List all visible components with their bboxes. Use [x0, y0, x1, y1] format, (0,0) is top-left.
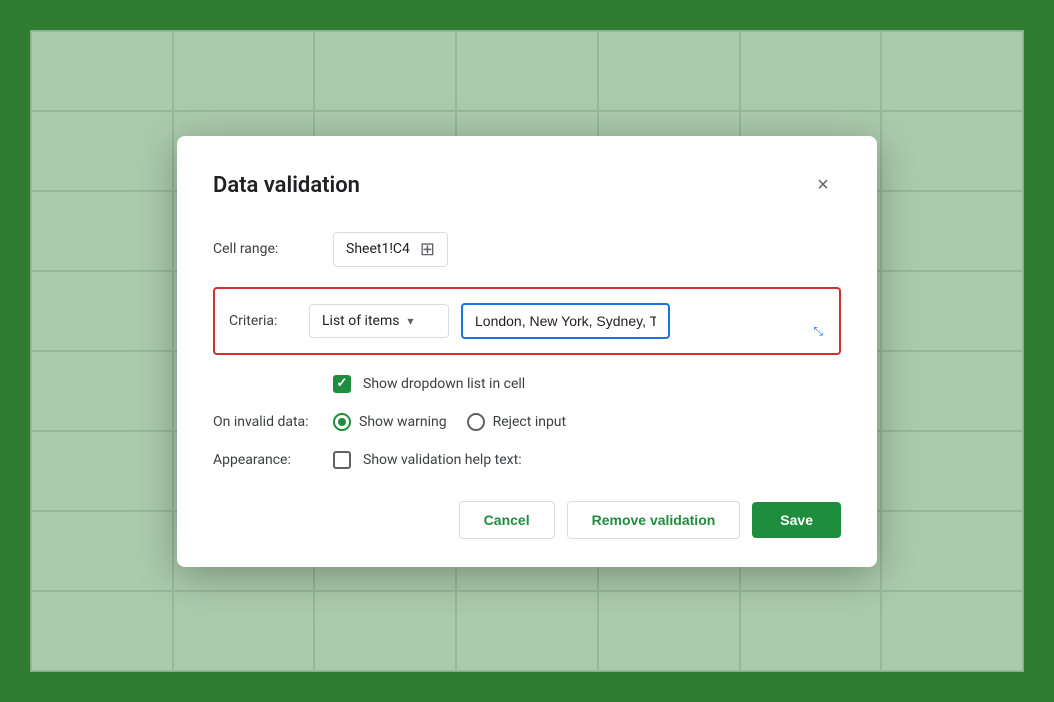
radio-reject-input-label: Reject input [493, 414, 567, 430]
save-button[interactable]: Save [752, 502, 841, 538]
data-validation-dialog: Data validation × Cell range: Sheet1!C4 … [177, 136, 877, 567]
radio-group: Show warning Reject input [333, 413, 566, 431]
criteria-dropdown-label: List of items [322, 313, 399, 329]
appearance-row: Appearance: Show validation help text: [213, 451, 841, 469]
on-invalid-row: On invalid data: Show warning Reject inp… [213, 413, 841, 431]
radio-empty-icon [467, 413, 485, 431]
cancel-button[interactable]: Cancel [459, 501, 555, 539]
cell-range-label: Cell range: [213, 241, 333, 257]
show-dropdown-row: ✓ Show dropdown list in cell [213, 375, 841, 393]
modal-footer: Cancel Remove validation Save [213, 501, 841, 539]
appearance-checkbox[interactable] [333, 451, 351, 469]
modal-header: Data validation × [213, 168, 841, 204]
grid-select-icon[interactable]: ⊞ [420, 239, 435, 260]
modal-title: Data validation [213, 173, 360, 198]
radio-filled-icon [333, 413, 351, 431]
criteria-label: Criteria: [229, 313, 297, 329]
on-invalid-label: On invalid data: [213, 414, 333, 430]
show-dropdown-checkbox[interactable]: ✓ [333, 375, 351, 393]
cell-range-value: Sheet1!C4 [346, 241, 410, 257]
close-button[interactable]: × [805, 168, 841, 204]
checkmark-icon: ✓ [337, 376, 348, 391]
criteria-dropdown[interactable]: List of items ▾ [309, 304, 449, 338]
resize-handle-icon: ⤡ [813, 325, 823, 337]
criteria-text-wrapper: ⤡ [461, 303, 825, 339]
chevron-down-icon: ▾ [407, 314, 413, 328]
criteria-text-input[interactable] [461, 303, 670, 339]
radio-show-warning-label: Show warning [359, 414, 447, 430]
criteria-section: Criteria: List of items ▾ ⤡ [213, 287, 841, 355]
radio-reject-input[interactable]: Reject input [467, 413, 567, 431]
show-dropdown-label: Show dropdown list in cell [363, 376, 525, 392]
appearance-label: Appearance: [213, 452, 333, 468]
radio-inner-dot [338, 418, 346, 426]
remove-validation-button[interactable]: Remove validation [567, 501, 741, 539]
cell-range-row: Cell range: Sheet1!C4 ⊞ [213, 232, 841, 267]
cell-range-input[interactable]: Sheet1!C4 ⊞ [333, 232, 448, 267]
radio-show-warning[interactable]: Show warning [333, 413, 447, 431]
appearance-checkbox-label: Show validation help text: [363, 452, 522, 468]
